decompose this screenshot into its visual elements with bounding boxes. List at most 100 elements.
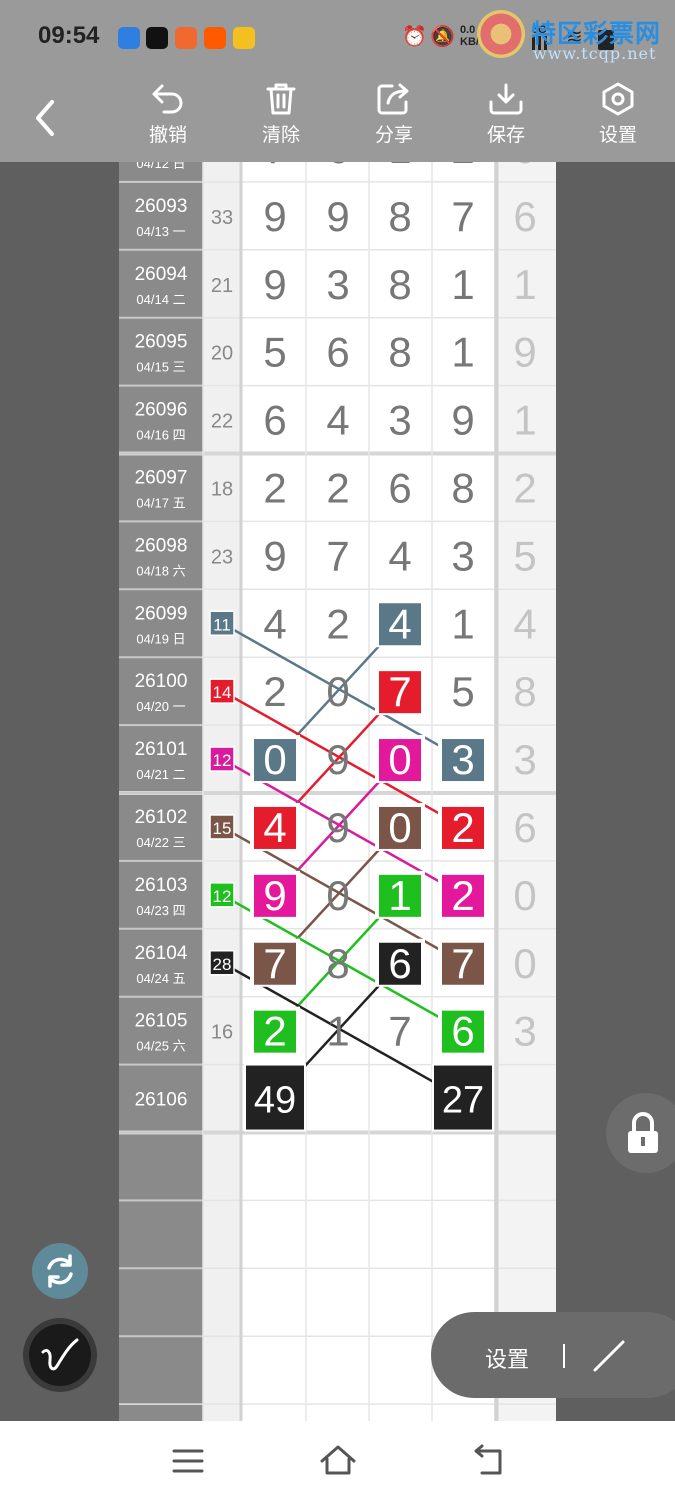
digit-cell: 3: [451, 736, 474, 783]
issue-date: 04/14 二: [136, 292, 185, 307]
draw-settings-label[interactable]: 设置: [485, 1342, 529, 1374]
undo-button[interactable]: 撤销: [133, 82, 203, 154]
share-button[interactable]: 分享: [359, 82, 429, 154]
digit-cell: 2: [451, 804, 474, 851]
digit-cell: 4: [388, 532, 411, 579]
pen-button[interactable]: [23, 1318, 97, 1392]
issue-number: 26100: [135, 671, 188, 692]
extra-digit: 0: [513, 940, 536, 987]
watermark-url: www.tcqp.net: [533, 44, 657, 63]
digit-cell: 0: [388, 736, 411, 783]
sum-value: 20: [211, 343, 233, 365]
line-tool-icon[interactable]: [589, 1336, 629, 1376]
issue-date: 04/22 三: [136, 835, 185, 850]
back-nav-icon[interactable]: [468, 1441, 508, 1481]
issue-number: 26099: [135, 603, 188, 624]
extra-digit: 1: [513, 261, 536, 308]
issue-number: 26102: [135, 807, 188, 828]
digit-cell: 2: [451, 872, 474, 919]
digit-cell: 7: [263, 940, 286, 987]
extra-digit: 0: [513, 872, 536, 919]
extra-digit: 8: [513, 668, 536, 715]
extra-digit: 3: [513, 1008, 536, 1055]
digit-cell: 1: [326, 1008, 349, 1055]
issue-number: 26095: [135, 332, 188, 353]
digit-cell: 4: [263, 600, 286, 647]
issue-number: 26105: [135, 1011, 188, 1032]
sum-value: 15: [213, 819, 232, 838]
trash-icon: [266, 83, 296, 115]
digit-cell: 6: [326, 329, 349, 376]
sum-value: 18: [211, 478, 233, 500]
digit-cell: 2: [451, 162, 474, 172]
settings-hex-icon: [602, 82, 634, 116]
issue-number: 26096: [135, 400, 188, 421]
system-nav-bar: [0, 1421, 675, 1500]
refresh-button[interactable]: [32, 1243, 88, 1299]
digit-cell: 9: [263, 261, 286, 308]
alarm-icon: ⏰: [402, 26, 427, 48]
trend-chart[interactable]: 2609204/12 日16761202609304/13 一339987626…: [119, 162, 556, 1421]
digit-cell: 1: [388, 872, 411, 919]
extra-digit: 0: [513, 162, 536, 172]
digit-cell: 4: [263, 804, 286, 851]
issue-date: 04/25 六: [136, 1039, 185, 1054]
issue-date: 04/21 二: [136, 767, 185, 782]
undo-icon: [152, 84, 183, 114]
issue-date: 04/20 一: [136, 699, 185, 714]
settings-label: 设置: [598, 125, 637, 146]
issue-date: 04/24 五: [136, 971, 185, 986]
digit-cell: 0: [388, 804, 411, 851]
issue-number: 26094: [135, 264, 188, 285]
clear-label: 清除: [261, 125, 300, 146]
issue-date: 04/12 日: [136, 162, 185, 171]
issue-date: 04/23 四: [136, 903, 185, 918]
digit-cell: 8: [451, 464, 474, 511]
digit-cell: 8: [326, 940, 349, 987]
digit-cell: 2: [263, 668, 286, 715]
app-icon-5: [233, 27, 255, 49]
sum-value: 11: [213, 615, 231, 634]
digit-cell: 9: [326, 736, 349, 783]
digit-cell: 9: [326, 193, 349, 240]
prediction-value: 49: [254, 1080, 296, 1122]
extra-digit: 3: [513, 736, 536, 783]
sum-value: 28: [213, 955, 232, 974]
digit-cell: 7: [451, 940, 474, 987]
digit-cell: 6: [326, 162, 349, 172]
draw-settings-pill[interactable]: 设置: [431, 1312, 675, 1398]
issue-date: 04/19 日: [136, 631, 185, 646]
trend-chart-svg[interactable]: 2609204/12 日16761202609304/13 一339987626…: [119, 162, 556, 1421]
digit-cell: 7: [263, 162, 286, 172]
home-icon[interactable]: [318, 1441, 358, 1481]
settings-button[interactable]: 设置: [583, 82, 653, 154]
extra-digit: 6: [513, 804, 536, 851]
digit-cell: 7: [388, 1008, 411, 1055]
digit-cell: 8: [388, 329, 411, 376]
digit-cell: 2: [263, 1008, 286, 1055]
extra-digit: 5: [513, 532, 536, 579]
issue-number: 26104: [135, 943, 188, 964]
extra-digit: 6: [513, 193, 536, 240]
digit-cell: 0: [326, 668, 349, 715]
digit-cell: 1: [451, 329, 474, 376]
digit-cell: 6: [263, 397, 286, 444]
digit-cell: 9: [451, 397, 474, 444]
digit-cell: 1: [451, 600, 474, 647]
digit-cell: 3: [451, 532, 474, 579]
digit-cell: 1: [388, 162, 411, 172]
menu-icon[interactable]: [168, 1441, 208, 1481]
digit-cell: 7: [451, 193, 474, 240]
clear-button[interactable]: 清除: [246, 82, 316, 154]
issue-date: 04/16 四: [136, 428, 185, 443]
save-button[interactable]: 保存: [471, 82, 541, 154]
extra-digit: 9: [513, 329, 536, 376]
digit-cell: 9: [326, 804, 349, 851]
lock-button[interactable]: [606, 1093, 675, 1173]
extra-digit: 1: [513, 397, 536, 444]
issue-number: 26093: [135, 196, 188, 217]
digit-cell: 5: [451, 668, 474, 715]
sum-value: 21: [211, 275, 233, 297]
back-button[interactable]: [26, 94, 66, 142]
issue-number: 26106: [135, 1090, 188, 1111]
